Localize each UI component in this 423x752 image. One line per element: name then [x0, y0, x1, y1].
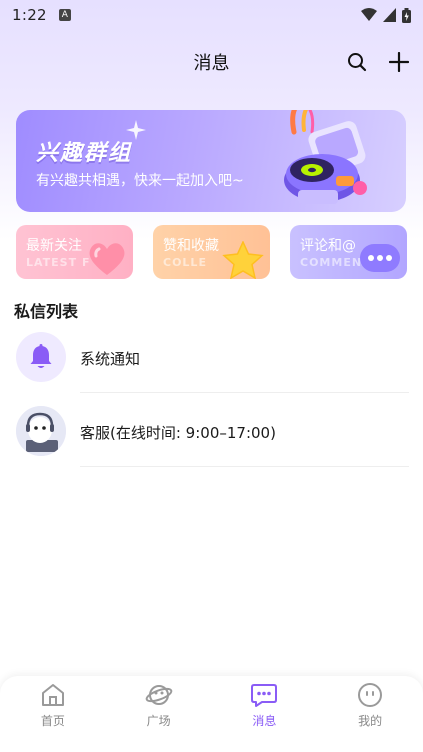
list-item-system-notice[interactable]: 系统通知: [14, 326, 409, 393]
tab-messages[interactable]: 消息: [212, 676, 318, 752]
divider: [80, 392, 409, 393]
status-a-badge: A: [58, 9, 71, 21]
bottom-tab-bar: 首页 广场 消息 我的: [0, 676, 423, 752]
group-banner-title: 兴趣群组: [36, 141, 133, 166]
likes-collections-card[interactable]: 赞和收藏 COLLE: [153, 225, 270, 279]
status-bar: 1:22 A: [0, 0, 423, 30]
title-bar: 消息: [0, 44, 423, 80]
likes-collections-label: 赞和收藏: [163, 238, 219, 254]
tab-mine[interactable]: 我的: [317, 676, 423, 752]
home-icon: [41, 684, 64, 706]
tab-label: 首页: [40, 714, 65, 728]
avatar: [16, 332, 66, 382]
quick-actions-row: 最新关注 LATEST F 赞和收藏 COLLE 评论和@ COMMEN: [16, 225, 407, 279]
star-icon: [222, 241, 264, 279]
tab-plaza[interactable]: 广场: [106, 676, 212, 752]
likes-collections-sublabel: COLLE: [163, 256, 207, 269]
search-icon: [348, 53, 367, 72]
title-actions: [345, 50, 411, 74]
interest-group-banner[interactable]: 兴趣群组 有兴趣共相遇，快来一起加入吧~: [16, 110, 406, 212]
tab-label: 我的: [358, 714, 383, 728]
face-icon: [358, 683, 383, 707]
comments-mentions-label: 评论和@: [300, 238, 356, 254]
list-item-name: 客服(在线时间: 9:00–17:00): [80, 424, 276, 442]
divider: [80, 466, 409, 467]
comments-mentions-sublabel: COMMEN: [300, 256, 363, 269]
plus-icon: [389, 52, 409, 72]
tab-home[interactable]: 首页: [0, 676, 106, 752]
list-item-customer-service[interactable]: 客服(在线时间: 9:00–17:00): [14, 400, 409, 467]
wifi-icon: [361, 8, 377, 21]
battery-icon: [402, 7, 411, 23]
support-avatar: [16, 406, 66, 456]
status-time: 1:22: [12, 6, 47, 24]
heart-icon: [89, 243, 125, 275]
bell-icon: [30, 344, 52, 368]
record-player-illustration: [284, 110, 367, 204]
message-icon: [251, 684, 278, 707]
group-banner-subtitle: 有兴趣共相遇，快来一起加入吧~: [36, 173, 244, 189]
private-messages-title: 私信列表: [14, 302, 79, 321]
latest-follows-card[interactable]: 最新关注 LATEST F: [16, 225, 133, 279]
latest-follows-sublabel: LATEST F: [26, 256, 91, 269]
search-button[interactable]: [345, 50, 369, 74]
chat-bubble-icon: [360, 244, 400, 272]
tab-label: 消息: [252, 714, 277, 728]
latest-follows-label: 最新关注: [26, 238, 82, 254]
list-item-name: 系统通知: [80, 350, 141, 368]
planet-icon: [145, 685, 172, 705]
avatar: [16, 406, 66, 456]
tab-label: 广场: [146, 714, 171, 728]
status-icons: [361, 7, 411, 23]
page-title: 消息: [193, 53, 230, 74]
signal-icon: [383, 8, 396, 22]
comments-mentions-card[interactable]: 评论和@ COMMEN: [290, 225, 407, 279]
add-button[interactable]: [387, 50, 411, 74]
